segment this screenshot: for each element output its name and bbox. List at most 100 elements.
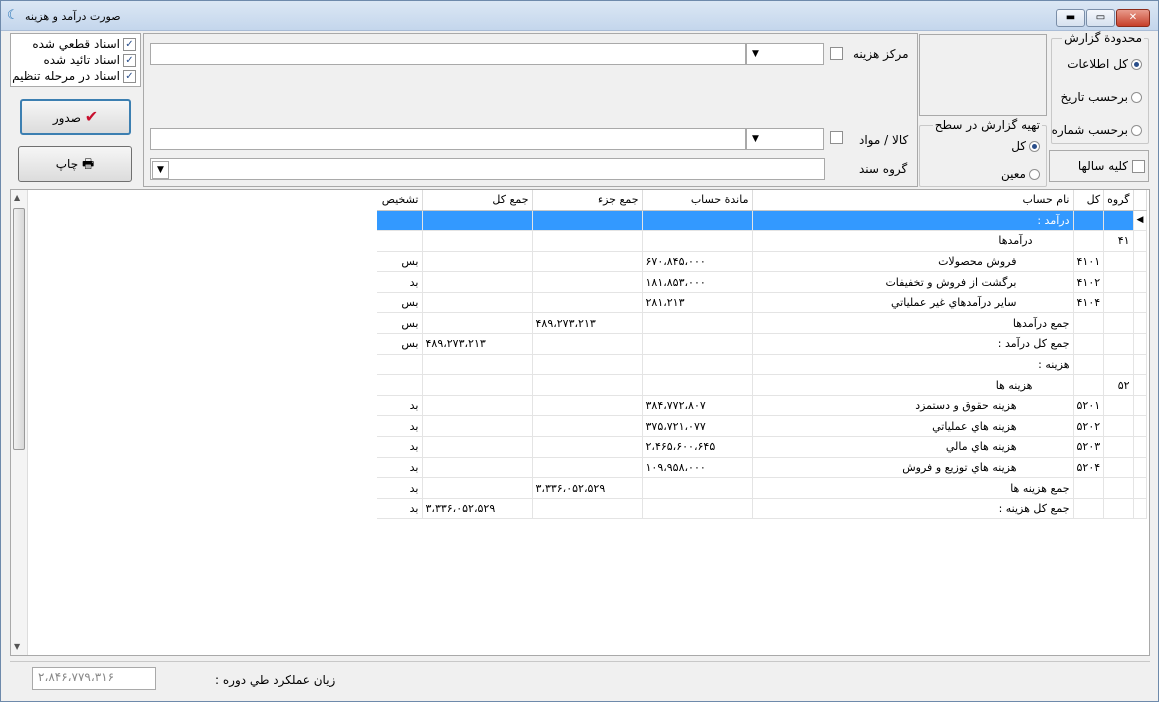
- checkmark-icon: ✔: [84, 107, 99, 126]
- table-row[interactable]: ۴۱۰۱ فروش محصولات ۶۷۰،۸۴۵،۰۰۰ بس: [377, 251, 1148, 273]
- status-checkbox[interactable]: ✓: [123, 38, 136, 51]
- cost-center-checkbox[interactable]: [830, 47, 843, 60]
- cell-total: ۴۸۹،۲۷۳،۲۱۳: [422, 333, 533, 355]
- cell-total: [422, 457, 533, 479]
- radio-label: معين: [1001, 167, 1026, 181]
- table-row[interactable]: هزينه :: [377, 354, 1148, 376]
- table-row[interactable]: ۵۲۰۴ هزينه هاي توزيع و فروش ۱۰۹،۹۵۸،۰۰۰ بد: [377, 457, 1148, 479]
- radio-button[interactable]: [1029, 169, 1040, 180]
- radio-button[interactable]: [1029, 141, 1040, 152]
- table-row[interactable]: ۴۱۰۲ برگشت از فروش و تخفيفات ۱۸۱،۸۵۳،۰۰۰ بد: [377, 271, 1148, 293]
- cell-ledger: ۴۱۰۱: [1073, 251, 1105, 273]
- cost-center-dropdown[interactable]: ▼: [746, 43, 824, 65]
- cell-name: درآمد :: [752, 210, 1074, 232]
- table-row[interactable]: ۵۲۰۱ هزينه حقوق و دستمزد ۳۸۴،۷۷۲،۸۰۷ بد: [377, 395, 1148, 417]
- all-years-label: كليه سالها: [1077, 159, 1128, 173]
- table-row[interactable]: جمع كل هزينه : ۳،۳۳۶،۰۵۲،۵۲۹ بد: [377, 498, 1148, 520]
- table-row[interactable]: ۴۱۰۴ ساير درآمدهاي غير عملياتي ۲۸۱،۲۱۳ بس: [377, 292, 1148, 314]
- cell-subtotal: [532, 333, 643, 355]
- radio-option[interactable]: برحسب تاريخ: [1060, 90, 1142, 104]
- table-row[interactable]: جمع كل درآمد : ۴۸۹،۲۷۳،۲۱۳ بس: [377, 333, 1148, 355]
- printer-icon: 🖶: [81, 157, 95, 172]
- scroll-up-icon[interactable]: ▲: [14, 193, 20, 202]
- status-item[interactable]: ✓اسناد تائيد شده: [43, 53, 136, 67]
- status-item[interactable]: ✓اسناد در مرحله تنظيم: [12, 69, 136, 83]
- status-label: اسناد در مرحله تنظيم: [12, 69, 120, 83]
- column-header[interactable]: ماندة حساب: [642, 190, 753, 211]
- table-row[interactable]: ۵۲۰۳ هزينه هاي مالي ۲،۴۶۵،۶۰۰،۶۴۵ بد: [377, 436, 1148, 458]
- cell-subtotal: [532, 395, 643, 417]
- column-header[interactable]: جمع كل: [422, 190, 533, 211]
- scrollbar-thumb[interactable]: [13, 208, 25, 450]
- cell-total: [422, 230, 533, 252]
- report-grid[interactable]: ▲ ▼ گروه كل نام حساب ماندة حساب جمع جزء جمع ك…: [10, 189, 1150, 656]
- column-header[interactable]: جمع جزء: [532, 190, 643, 211]
- row-indicator-header: [1133, 190, 1148, 211]
- cell-balance: ۶۷۰،۸۴۵،۰۰۰: [642, 251, 753, 273]
- all-years-box: كليه سالها: [1049, 150, 1149, 182]
- table-row[interactable]: ◀ درآمد :: [377, 210, 1148, 232]
- doc-group-dropdown-button[interactable]: ▼: [152, 161, 169, 179]
- radio-button[interactable]: [1131, 125, 1142, 136]
- status-checkbox[interactable]: ✓: [123, 70, 136, 83]
- vertical-scrollbar[interactable]: ▲ ▼: [11, 190, 28, 655]
- column-header[interactable]: نام حساب: [752, 190, 1074, 211]
- cell-total: [422, 251, 533, 273]
- table-row[interactable]: ۵۲۰۲ هزينه هاي عملياتي ۳۷۵،۷۲۱،۰۷۷ بد: [377, 415, 1148, 438]
- title-bar[interactable]: ☾ صورت درآمد و هزينه ▬ ▭ ✕: [1, 1, 1158, 31]
- cell-group: [1103, 395, 1134, 417]
- cell-balance: ۱۸۱،۸۵۳،۰۰۰: [642, 271, 753, 293]
- table-row[interactable]: ۵۲ هزينه ها: [377, 374, 1148, 396]
- print-button[interactable]: 🖶 چاپ: [18, 146, 132, 182]
- row-indicator: [1133, 230, 1148, 252]
- issue-button[interactable]: ✔ صدور: [20, 99, 131, 135]
- all-years-checkbox[interactable]: [1132, 160, 1145, 173]
- cell-name: فروش محصولات: [752, 251, 1074, 273]
- period-result-value: ۲،۸۴۶،۷۷۹،۳۱۶: [32, 667, 156, 690]
- report-table: گروه كل نام حساب ماندة حساب جمع جزء جمع كل تشخ…: [377, 190, 1148, 520]
- table-row[interactable]: جمع هزينه ها ۳،۳۳۶،۰۵۲،۵۲۹ بد: [377, 477, 1148, 499]
- radio-option[interactable]: كل اطلاعات: [1067, 57, 1142, 71]
- radio-option[interactable]: كل: [1011, 139, 1040, 153]
- status-checkbox[interactable]: ✓: [123, 54, 136, 67]
- column-header[interactable]: تشخيص: [377, 190, 423, 211]
- cell-ledger: [1073, 498, 1105, 520]
- radio-button[interactable]: [1131, 92, 1142, 103]
- row-indicator: [1133, 498, 1148, 520]
- cell-total: [422, 312, 533, 335]
- goods-dropdown[interactable]: ▼: [746, 128, 824, 150]
- radio-button[interactable]: [1131, 59, 1142, 70]
- radio-option[interactable]: معين: [1001, 167, 1040, 181]
- maximize-button[interactable]: ▭: [1086, 9, 1115, 27]
- cost-center-input[interactable]: [150, 43, 746, 65]
- cell-group: [1103, 498, 1134, 520]
- column-header[interactable]: گروه: [1103, 190, 1134, 211]
- column-header[interactable]: كل: [1073, 190, 1105, 211]
- row-indicator: [1133, 395, 1148, 417]
- row-indicator: [1133, 457, 1148, 479]
- cell-balance: [642, 230, 753, 252]
- doc-group-input[interactable]: [150, 158, 825, 180]
- scroll-down-icon[interactable]: ▼: [14, 642, 20, 651]
- minimize-button[interactable]: ▬: [1056, 9, 1085, 27]
- status-item[interactable]: ✓اسناد قطعي شده: [32, 37, 136, 51]
- cell-subtotal: [532, 457, 643, 479]
- cell-total: [422, 374, 533, 396]
- row-indicator: [1133, 312, 1148, 335]
- issue-button-label: صدور: [52, 111, 81, 125]
- row-indicator: [1133, 477, 1148, 499]
- cell-group: [1103, 271, 1134, 293]
- cell-ledger: [1073, 230, 1105, 252]
- cell-name: هزينه :: [752, 354, 1074, 376]
- close-button[interactable]: ✕: [1116, 9, 1150, 27]
- radio-option[interactable]: برحسب شماره: [1052, 123, 1142, 137]
- cell-status: [377, 374, 423, 396]
- table-row[interactable]: جمع درآمدها ۴۸۹،۲۷۳،۲۱۳ بس: [377, 312, 1148, 335]
- goods-checkbox[interactable]: [830, 131, 843, 144]
- table-row[interactable]: ۴۱ درآمدها: [377, 230, 1148, 252]
- goods-input[interactable]: [150, 128, 746, 150]
- cell-balance: ۱۰۹،۹۵۸،۰۰۰: [642, 457, 753, 479]
- row-indicator: [1133, 354, 1148, 376]
- cell-ledger: ۵۲۰۴: [1073, 457, 1105, 479]
- cell-balance: ۳۸۴،۷۷۲،۸۰۷: [642, 395, 753, 417]
